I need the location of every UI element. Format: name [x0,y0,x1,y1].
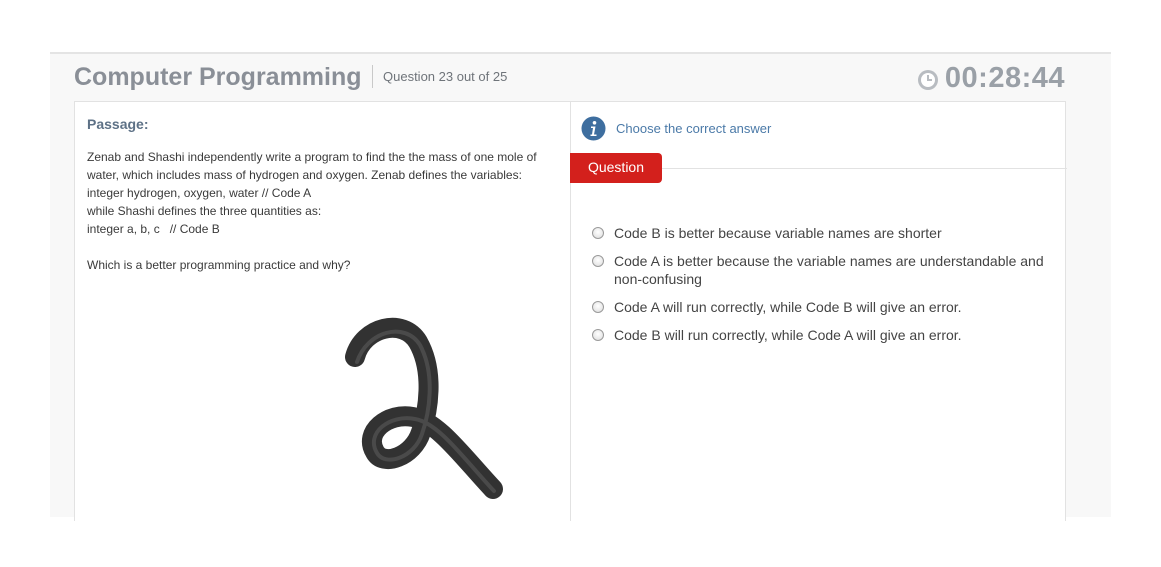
radio-button[interactable] [592,329,604,341]
quiz-frame: Computer Programming Question 23 out of … [50,52,1111,521]
radio-button[interactable] [592,301,604,313]
passage-line: Which is a better programming practice a… [87,258,351,272]
question-counter: Question 23 out of 25 [372,65,507,88]
passage-line: while Shashi defines the three quantitie… [87,204,322,218]
timer: 00:28:44 [917,62,1065,95]
answer-option[interactable]: Code A is better because the variable na… [592,252,1052,288]
radio-button[interactable] [592,255,604,267]
answer-option[interactable]: Code B is better because variable names … [592,224,1052,242]
question-pane: Choose the correct answer Question Code … [570,102,1067,521]
clock-icon [917,70,938,90]
header: Computer Programming Question 23 out of … [50,54,1111,102]
passage-text: Zenab and Shashi independently write a p… [87,148,557,274]
answer-options: Code B is better because variable names … [592,224,1052,354]
handwritten-scribble [345,317,503,499]
instruction: Choose the correct answer [581,116,771,141]
answer-option-label[interactable]: Code B is better because variable names … [614,224,1044,242]
answer-option-label[interactable]: Code B will run correctly, while Code A … [614,326,1044,344]
passage-line: Zenab and Shashi independently write a p… [87,150,537,164]
passage-line: integer a, b, c // Code B [87,222,220,236]
passage-label: Passage: [87,116,149,132]
answer-option-label[interactable]: Code A is better because the variable na… [614,252,1044,288]
tab-question[interactable]: Question [570,153,662,183]
radio-button[interactable] [592,227,604,239]
page-title: Computer Programming [74,63,362,91]
answer-option[interactable]: Code A will run correctly, while Code B … [592,298,1052,316]
passage-pane: Passage: Zenab and Shashi independently … [75,102,571,521]
answer-option[interactable]: Code B will run correctly, while Code A … [592,326,1052,344]
info-icon [581,116,606,141]
answer-option-label[interactable]: Code A will run correctly, while Code B … [614,298,1044,316]
passage-line: integer hydrogen, oxygen, water // Code … [87,186,312,200]
timer-value: 00:28:44 [944,62,1065,94]
passage-line [87,238,557,256]
passage-line: water, which includes mass of hydrogen a… [87,168,522,182]
instruction-text: Choose the correct answer [616,121,772,136]
content-panel: Passage: Zenab and Shashi independently … [74,101,1067,521]
